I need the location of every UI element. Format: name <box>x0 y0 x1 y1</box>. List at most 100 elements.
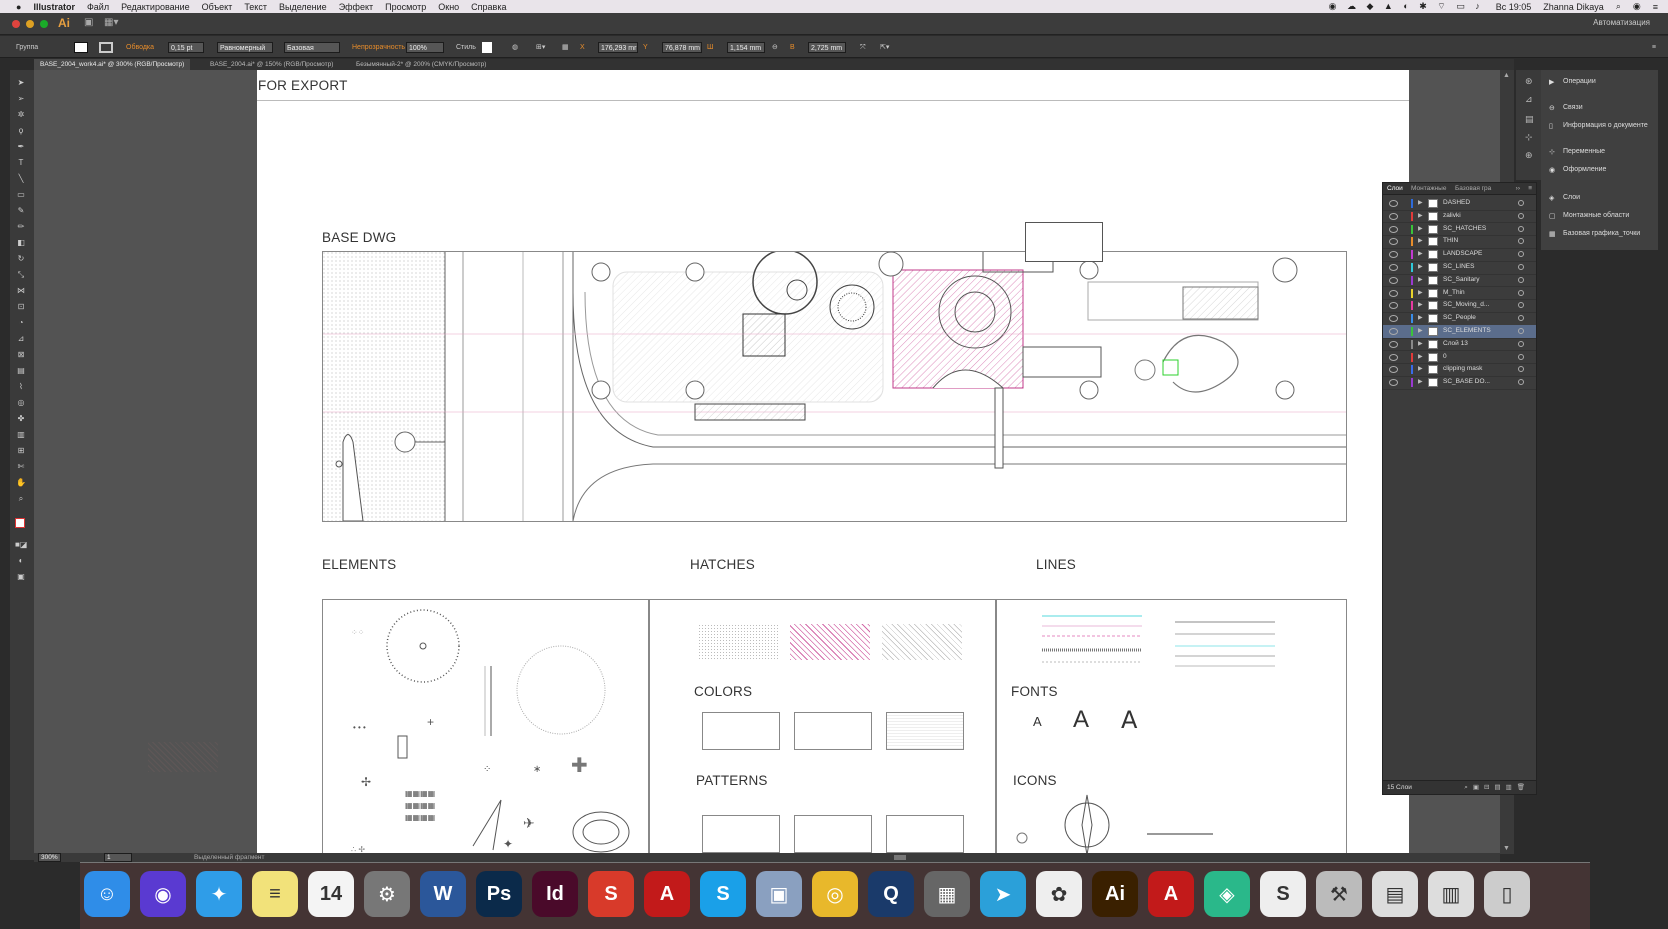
chrome-icon[interactable]: ◎ <box>812 871 858 917</box>
perspective-grid-tool-icon[interactable]: ⊿ <box>15 334 27 344</box>
visibility-eye-icon[interactable] <box>1389 200 1398 207</box>
line-tool-icon[interactable]: ╲ <box>15 174 27 184</box>
preview-icon[interactable]: ▣ <box>756 871 802 917</box>
width-field[interactable]: 1,154 mm <box>727 42 765 53</box>
layer-row[interactable]: ▶ SC_ELEMENTS <box>1383 325 1536 339</box>
pattern-swatch-2[interactable] <box>794 815 872 853</box>
expand-triangle-icon[interactable]: ▶ <box>1418 301 1423 308</box>
menu-window[interactable]: Окно <box>438 2 459 12</box>
doc-info-panel-icon[interactable]: ▤ <box>1525 114 1534 125</box>
direct-selection-tool-icon[interactable]: ➢ <box>15 94 27 104</box>
telegram-icon[interactable]: ➤ <box>980 871 1026 917</box>
mesh-tool-icon[interactable]: ⊠ <box>15 350 27 360</box>
notification-icon[interactable]: ≡ <box>1653 2 1658 12</box>
visibility-eye-icon[interactable] <box>1389 353 1398 361</box>
artboard[interactable]: FOR EXPORT BASE DWG ELEMENTS HATCHES LIN… <box>257 70 1409 854</box>
target-circle-icon[interactable] <box>1518 264 1524 270</box>
panel-graphic-styles[interactable]: Базовая графика_точки <box>1563 230 1640 237</box>
opacity-field[interactable]: 100% <box>406 42 444 53</box>
panel-variables[interactable]: Переменные <box>1563 148 1605 155</box>
actions-panel-icon[interactable]: ⊛ <box>1525 76 1533 87</box>
menu-select[interactable]: Выделение <box>279 2 327 12</box>
expand-triangle-icon[interactable]: ▶ <box>1418 365 1423 372</box>
minimize-window-button[interactable] <box>26 20 34 28</box>
finder-icon[interactable]: ☺ <box>84 871 130 917</box>
zoom-tool-icon[interactable]: ⌕ <box>15 494 27 504</box>
shape-builder-tool-icon[interactable]: ◔ <box>15 318 27 328</box>
hscroll-thumb[interactable] <box>894 855 906 860</box>
menu-edit[interactable]: Редактирование <box>121 2 190 12</box>
indesign-icon[interactable]: Id <box>532 871 578 917</box>
menu-type[interactable]: Текст <box>244 2 267 12</box>
panel-layers[interactable]: Слои <box>1563 194 1580 201</box>
visibility-eye-icon[interactable] <box>1389 340 1398 348</box>
system-preferences-icon[interactable]: ⚙ <box>364 871 410 917</box>
visibility-eye-icon[interactable] <box>1389 328 1398 335</box>
y-field[interactable]: 76,878 mm <box>662 42 702 53</box>
slice-tool-icon[interactable]: ✄ <box>15 462 27 472</box>
scroll-up-icon[interactable]: ▲ <box>1503 72 1510 79</box>
hatch-swatch-pink[interactable] <box>790 624 870 660</box>
panel-artboards[interactable]: Монтажные области <box>1563 212 1629 219</box>
menu-file[interactable]: Файл <box>87 2 109 12</box>
color-swatch-3[interactable] <box>886 712 964 750</box>
layer-name[interactable]: SC_People <box>1443 314 1476 321</box>
blend-tool-icon[interactable]: ◎ <box>15 398 27 408</box>
target-circle-icon[interactable] <box>1518 225 1524 232</box>
documents-folder-icon[interactable]: ▤ <box>1372 871 1418 917</box>
trash-icon[interactable]: ▯ <box>1484 871 1530 917</box>
rotate-tool-icon[interactable]: ↻ <box>15 254 27 264</box>
visibility-eye-icon[interactable] <box>1389 225 1398 233</box>
target-circle-icon[interactable] <box>1518 276 1524 283</box>
transform-more-icon[interactable]: ⤧ <box>860 42 866 53</box>
photoshop-icon[interactable]: Ps <box>476 871 522 917</box>
layer-name[interactable]: LANDSCAPE <box>1443 250 1482 257</box>
visibility-eye-icon[interactable] <box>1389 251 1398 259</box>
workspace-switcher-icon[interactable]: ▦▾ <box>104 17 118 28</box>
utility-icon[interactable]: ⚒ <box>1316 871 1362 917</box>
layer-row[interactable]: ▶ SC_LINES <box>1383 261 1536 275</box>
target-circle-icon[interactable] <box>1518 238 1524 245</box>
target-circle-icon[interactable] <box>1518 212 1524 219</box>
expand-triangle-icon[interactable]: ▶ <box>1418 340 1423 347</box>
fill-stroke-icon[interactable] <box>15 518 25 528</box>
layer-row[interactable]: ▶ LANDSCAPE <box>1383 248 1536 262</box>
stroke-label[interactable]: Обводка <box>126 42 154 53</box>
layer-row[interactable]: ▶ M_Thin <box>1383 287 1536 301</box>
menu-effect[interactable]: Эффект <box>339 2 373 12</box>
visibility-eye-icon[interactable] <box>1389 315 1398 323</box>
selection-tool-icon[interactable]: ➤ <box>15 78 27 88</box>
panel-appearance[interactable]: Оформление <box>1563 166 1606 173</box>
panel-collapse-icon[interactable]: ›› <box>1516 185 1520 192</box>
sketchup-icon[interactable]: S <box>588 871 634 917</box>
layer-name[interactable]: THIN <box>1443 237 1458 244</box>
layer-name[interactable]: SC_Moving_d... <box>1443 301 1489 308</box>
tab-artboards[interactable]: Монтажные <box>1411 185 1446 192</box>
tab-untitled-2[interactable]: Безымянный-2* @ 200% (CMYK/Просмотр) <box>350 59 492 70</box>
rectangle-tool-icon[interactable]: ▭ <box>15 190 27 200</box>
recolor-icon[interactable]: ◍ <box>512 42 518 53</box>
color-swatch-2[interactable] <box>794 712 872 750</box>
vpn-icon[interactable]: ◈ <box>1204 871 1250 917</box>
tab-base-2004[interactable]: BASE_2004.ai* @ 150% (RGB/Просмотр) <box>204 59 339 70</box>
expand-triangle-icon[interactable]: ▶ <box>1418 327 1423 334</box>
layer-row[interactable]: ▶ THIN <box>1383 235 1536 249</box>
layer-row[interactable]: ▶ SC_People <box>1383 312 1536 326</box>
height-field[interactable]: 2,725 mm <box>808 42 846 53</box>
artboard-tool-icon[interactable]: ⊞ <box>15 446 27 456</box>
skype-icon[interactable]: S <box>700 871 746 917</box>
expand-triangle-icon[interactable]: ▶ <box>1418 237 1423 244</box>
hand-tool-icon[interactable]: ✋ <box>15 478 27 488</box>
status-info[interactable]: Выделенный фрагмент <box>194 854 265 861</box>
panel-links[interactable]: Связи <box>1563 104 1583 111</box>
expand-triangle-icon[interactable]: ▶ <box>1418 225 1423 232</box>
app-menu[interactable]: Illustrator <box>33 2 75 12</box>
symbol-sprayer-tool-icon[interactable]: ✤ <box>15 414 27 424</box>
calendar-icon[interactable]: 14 <box>308 871 354 917</box>
menu-view[interactable]: Просмотр <box>385 2 426 12</box>
tab-graphic-styles[interactable]: Базовая гра <box>1455 185 1491 192</box>
column-graph-tool-icon[interactable]: ▥ <box>15 430 27 440</box>
autocad-icon[interactable]: A <box>644 871 690 917</box>
clock[interactable]: Вс 19:05 <box>1496 2 1532 12</box>
hatch-swatch-dots[interactable] <box>698 624 778 660</box>
